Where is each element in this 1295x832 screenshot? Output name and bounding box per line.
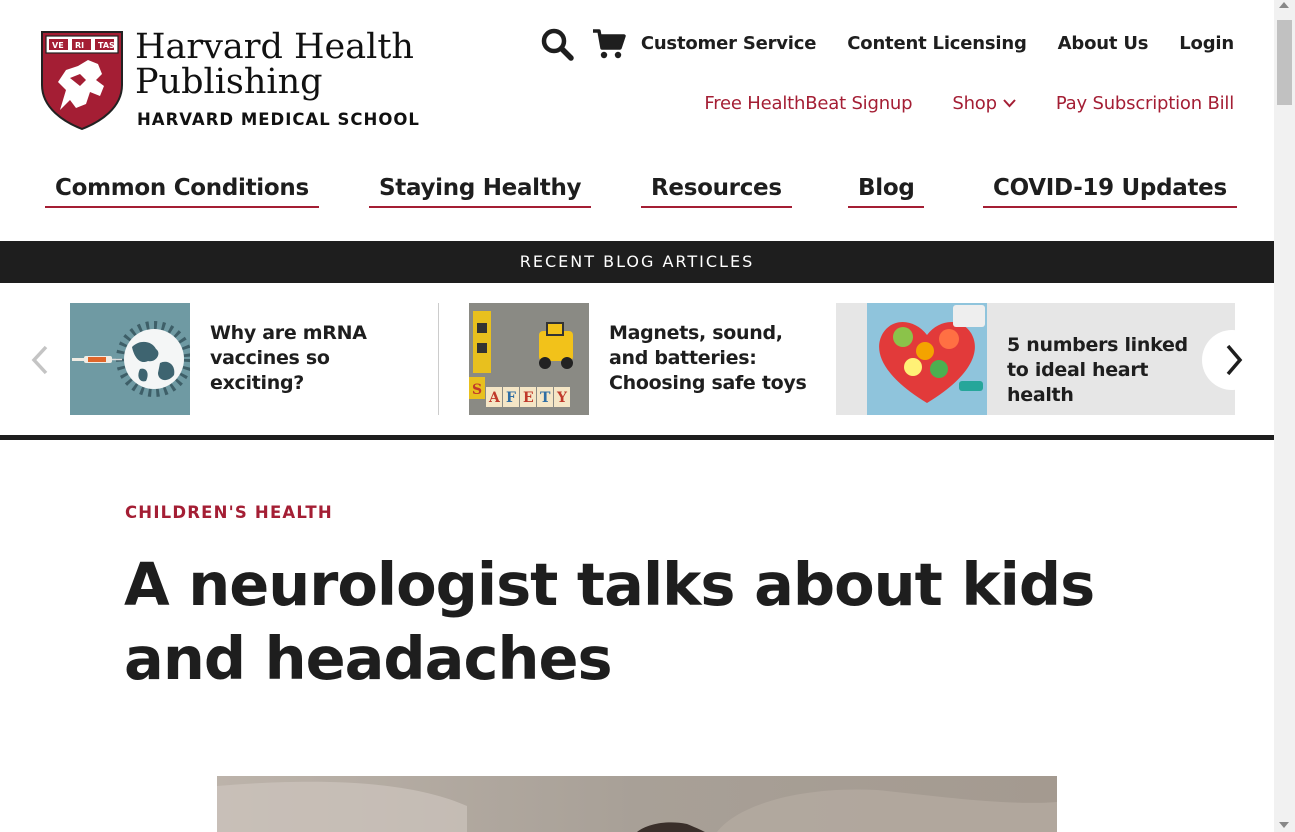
blog-card-heart-health[interactable]: 5 numbers linked to ideal heart health xyxy=(836,303,1235,415)
card-title-heart-health[interactable]: 5 numbers linked to ideal heart health xyxy=(1007,333,1207,408)
card-image-mrna xyxy=(70,303,190,415)
about-us-link[interactable]: About Us xyxy=(1058,33,1149,54)
card-title-safe-toys[interactable]: Magnets, sound, and batteries: Choosing … xyxy=(609,321,819,396)
scroll-thumb[interactable] xyxy=(1277,20,1292,105)
article-category[interactable]: CHILDREN'S HEALTH xyxy=(125,503,333,522)
nav-blog[interactable]: Blog xyxy=(848,175,925,208)
utility-nav: Customer Service Content Licensing About… xyxy=(641,33,1234,54)
scroll-up-arrow-icon[interactable] xyxy=(1279,2,1289,8)
nav-covid-updates[interactable]: COVID-19 Updates xyxy=(983,175,1237,208)
blog-card-safe-toys[interactable]: S A F E T Y Magnets, sound, and batterie… xyxy=(469,303,819,415)
block-letter: S xyxy=(472,382,482,398)
card-image-heart xyxy=(867,303,987,415)
chevron-right-icon xyxy=(1226,344,1243,376)
healthbeat-signup-link[interactable]: Free HealthBeat Signup xyxy=(704,93,912,114)
globe-vaccine-image xyxy=(70,303,190,415)
chevron-left-icon xyxy=(31,345,48,375)
blog-card-mrna[interactable]: Why are mRNA vaccines so exciting? xyxy=(70,303,420,415)
heart-food-image xyxy=(867,303,987,415)
cart-button[interactable] xyxy=(592,28,626,65)
block-letter: T xyxy=(540,390,551,406)
article-hero-image xyxy=(217,776,1057,832)
svg-text:RI: RI xyxy=(75,41,84,50)
secondary-nav: Free HealthBeat Signup Shop Pay Subscrip… xyxy=(704,93,1234,114)
nav-common-conditions[interactable]: Common Conditions xyxy=(45,175,319,208)
pay-subscription-link[interactable]: Pay Subscription Bill xyxy=(1056,93,1234,114)
main-nav: Common Conditions Staying Healthy Resour… xyxy=(45,175,1237,213)
chevron-down-icon xyxy=(1003,99,1016,108)
cart-icon xyxy=(593,29,626,59)
carousel-next-button[interactable] xyxy=(1202,330,1262,390)
logo-line1: Harvard Health xyxy=(135,27,414,67)
blog-carousel: Why are mRNA vaccines so exciting? S A F… xyxy=(0,283,1274,440)
toys-safety-image: S A F E T Y xyxy=(469,303,589,415)
content-licensing-link[interactable]: Content Licensing xyxy=(847,33,1027,54)
carousel-prev-button[interactable] xyxy=(28,343,52,377)
carousel-divider xyxy=(0,435,1274,440)
nav-resources[interactable]: Resources xyxy=(641,175,792,208)
hero-photo xyxy=(217,776,1057,832)
logo-line2: Publishing xyxy=(135,62,323,102)
svg-text:VE: VE xyxy=(52,41,64,50)
recent-blog-heading: RECENT BLOG ARTICLES xyxy=(0,241,1274,283)
card-divider xyxy=(438,303,439,415)
block-letter: A xyxy=(488,390,501,406)
article-headline: A neurologist talks about kids and heada… xyxy=(124,550,1095,693)
shop-dropdown[interactable]: Shop xyxy=(952,93,1016,114)
login-link[interactable]: Login xyxy=(1179,33,1234,54)
vertical-scrollbar[interactable] xyxy=(1274,0,1295,832)
logo-title: Harvard Health Publishing xyxy=(135,30,414,100)
nav-staying-healthy[interactable]: Staying Healthy xyxy=(369,175,592,208)
search-button[interactable] xyxy=(541,28,575,67)
harvard-shield-icon: VE RI TAS xyxy=(41,31,123,130)
block-letter: Y xyxy=(556,390,568,406)
svg-text:TAS: TAS xyxy=(98,41,115,50)
scroll-down-arrow-icon[interactable] xyxy=(1279,822,1289,828)
card-image-toys: S A F E T Y xyxy=(469,303,589,415)
block-letter: F xyxy=(506,390,516,406)
search-icon xyxy=(541,28,574,61)
logo-subtitle: HARVARD MEDICAL SCHOOL xyxy=(137,110,420,129)
site-logo[interactable]: VE RI TAS Harvard Health Publishing HARV… xyxy=(40,30,420,132)
block-letter: E xyxy=(523,390,534,406)
customer-service-link[interactable]: Customer Service xyxy=(641,33,817,54)
card-title-mrna[interactable]: Why are mRNA vaccines so exciting? xyxy=(210,321,410,396)
shop-link[interactable]: Shop xyxy=(952,93,997,114)
